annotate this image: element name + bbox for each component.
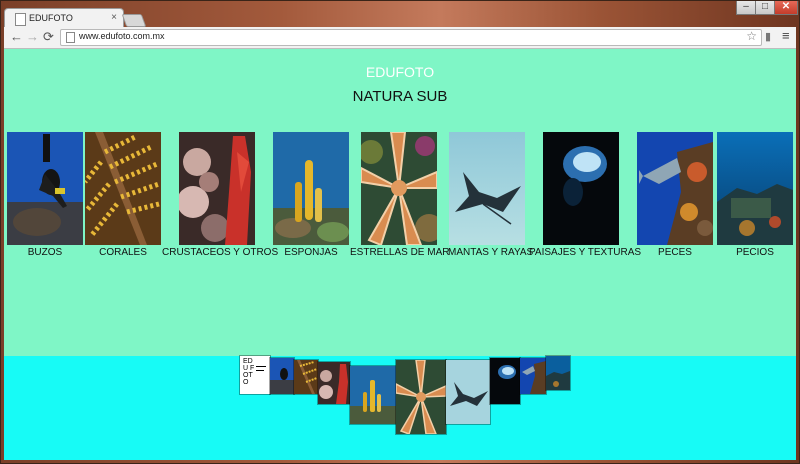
page-subtitle: NATURA SUB xyxy=(352,88,448,105)
starfish-photo[interactable] xyxy=(361,132,437,245)
ray-photo[interactable] xyxy=(449,132,525,245)
bookmark-star-icon[interactable]: ☆ xyxy=(746,29,757,43)
category-label-crustaceos[interactable]: CRUSTACEOS Y OTROS xyxy=(162,247,278,258)
ray-photo-image xyxy=(449,132,525,245)
browser-toolbar: ← → ⟳ www.edufoto.com.mx ☆ ▮ ≡ xyxy=(4,27,796,49)
crustacean-photo-image xyxy=(179,132,255,245)
wreck-photo-image xyxy=(717,132,793,245)
sponge-photo[interactable] xyxy=(273,132,349,245)
cave-photo[interactable] xyxy=(543,132,619,245)
crustacean-photo[interactable] xyxy=(179,132,255,245)
cave-photo-image xyxy=(543,132,619,245)
reload-button[interactable]: ⟳ xyxy=(43,29,54,45)
thumb-logo-text: EDU FOTO xyxy=(243,358,255,386)
category-label-mantas[interactable]: MANTAS Y RAYAS xyxy=(448,247,533,258)
category-label-pecios[interactable]: PECIOS xyxy=(717,247,793,258)
chrome-menu-icon[interactable]: ≡ xyxy=(782,28,790,43)
tab-close-icon[interactable]: × xyxy=(111,12,117,23)
fish-thumb[interactable] xyxy=(520,358,546,394)
category-label-peces[interactable]: PECES xyxy=(637,247,713,258)
web-page: EDUFOTO NATURA SUB BUZOS CORALES CRUSTAC… xyxy=(4,49,796,460)
sponge-thumb[interactable] xyxy=(350,366,396,424)
maximize-button[interactable]: □ xyxy=(755,0,775,15)
ray-thumb[interactable] xyxy=(446,360,490,424)
diver-thumb[interactable] xyxy=(270,358,294,394)
thumbnail-dock: EDU FOTO xyxy=(4,356,796,460)
cave-thumb[interactable] xyxy=(490,358,520,404)
browser-window: EDUFOTO × – □ ✕ ← → ⟳ www.edufoto.com.mx… xyxy=(0,0,800,464)
close-window-button[interactable]: ✕ xyxy=(774,0,798,15)
starfish-photo-image xyxy=(361,132,437,245)
page-icon xyxy=(66,32,75,43)
category-label-estrellas[interactable]: ESTRELLAS DE MAR xyxy=(350,247,449,258)
crustacean-thumb[interactable] xyxy=(318,362,350,404)
coral-thumb[interactable] xyxy=(294,360,318,394)
sponge-photo-image xyxy=(273,132,349,245)
coral-photo[interactable] xyxy=(85,132,161,245)
page-favicon-icon xyxy=(15,13,26,26)
category-label-corales[interactable]: CORALES xyxy=(85,247,161,258)
category-label-paisajes[interactable]: PAISAJES Y TEXTURAS xyxy=(529,247,641,258)
signal-icon: ▮ xyxy=(765,31,772,43)
forward-button[interactable]: → xyxy=(26,29,39,45)
back-button[interactable]: ← xyxy=(10,29,23,45)
new-tab-button[interactable] xyxy=(121,14,147,27)
wreck-thumb[interactable] xyxy=(546,356,570,390)
diver-photo-image xyxy=(7,132,83,245)
wreck-photo[interactable] xyxy=(717,132,793,245)
browser-tab[interactable]: EDUFOTO × xyxy=(4,8,124,29)
url-text: www.edufoto.com.mx xyxy=(79,31,165,41)
edufoto-logo-thumb[interactable]: EDU FOTO xyxy=(240,356,270,394)
category-label-esponjas[interactable]: ESPONJAS xyxy=(273,247,349,258)
category-label-buzos[interactable]: BUZOS xyxy=(7,247,83,258)
fish-photo-image xyxy=(637,132,713,245)
fish-photo[interactable] xyxy=(637,132,713,245)
starfish-thumb[interactable] xyxy=(396,360,446,434)
address-bar[interactable]: www.edufoto.com.mx ☆ xyxy=(60,29,762,46)
tab-title: EDUFOTO xyxy=(29,13,73,23)
site-title: EDUFOTO xyxy=(365,64,435,80)
diver-photo[interactable] xyxy=(7,132,83,245)
minimize-button[interactable]: – xyxy=(736,0,756,15)
coral-photo-image xyxy=(85,132,161,245)
